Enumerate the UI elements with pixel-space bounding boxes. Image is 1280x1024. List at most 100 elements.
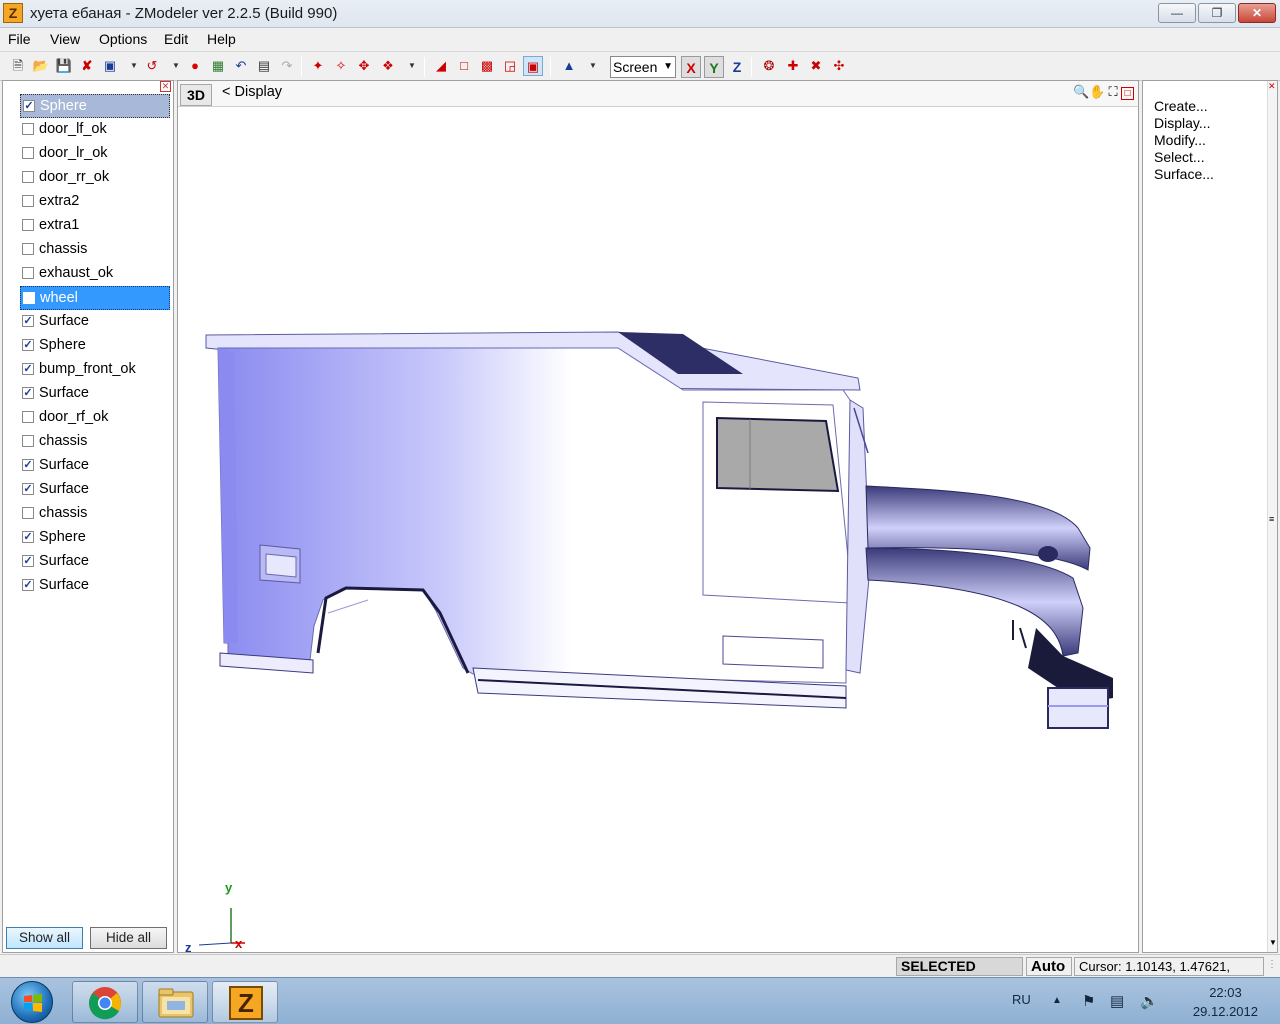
visibility-checkbox[interactable]: ✓ bbox=[22, 387, 34, 399]
normals-dropdown-icon[interactable]: ▼ bbox=[583, 56, 603, 76]
open-folder-icon[interactable]: 📂 bbox=[31, 56, 51, 76]
axis-y-button[interactable]: Y bbox=[704, 56, 724, 78]
menu-help[interactable]: Help bbox=[207, 31, 236, 47]
close-icon[interactable]: ✕ bbox=[160, 81, 171, 92]
create-menu-item[interactable]: Create... bbox=[1154, 98, 1208, 114]
notes-icon[interactable]: ▤ bbox=[254, 56, 274, 76]
object-list-item[interactable]: ✓ Surface bbox=[20, 310, 170, 334]
delete-icon[interactable]: ✘ bbox=[77, 56, 97, 76]
visibility-checkbox[interactable]: ✓ bbox=[22, 363, 34, 375]
visibility-checkbox[interactable] bbox=[22, 435, 34, 447]
surface-menu-item[interactable]: Surface... bbox=[1154, 166, 1214, 182]
object-list-item[interactable]: door_lr_ok bbox=[20, 142, 170, 166]
object-list-item[interactable]: extra1 bbox=[20, 214, 170, 238]
show-all-button[interactable]: Show all bbox=[6, 927, 83, 949]
vertex-mode-icon[interactable]: ◢ bbox=[431, 56, 451, 76]
select-menu-item[interactable]: Select... bbox=[1154, 149, 1205, 165]
object-list-item[interactable]: ✓ Surface bbox=[20, 574, 170, 598]
taskbar-chrome[interactable] bbox=[72, 981, 138, 1023]
view-mode-select[interactable]: Screen ▼ bbox=[610, 56, 676, 78]
minimize-button[interactable]: — bbox=[1158, 3, 1196, 23]
visibility-checkbox[interactable]: ✓ bbox=[23, 100, 35, 112]
scroll-down-icon[interactable]: ▼ bbox=[1269, 938, 1277, 947]
object-list-item[interactable]: chassis bbox=[20, 238, 170, 262]
visibility-checkbox[interactable] bbox=[22, 507, 34, 519]
taskbar-zmodeler[interactable]: Z bbox=[212, 981, 278, 1023]
export-icon[interactable]: ▣ bbox=[100, 56, 120, 76]
visibility-checkbox[interactable]: ✓ bbox=[22, 339, 34, 351]
app-logo-icon[interactable]: Z bbox=[3, 3, 23, 23]
undo-dropdown-icon[interactable]: ▼ bbox=[166, 56, 186, 76]
record-icon[interactable]: ● bbox=[185, 56, 205, 76]
object-list-item[interactable]: ✓ Surface bbox=[20, 550, 170, 574]
object-list-item[interactable]: ✓ Surface bbox=[20, 478, 170, 502]
start-button[interactable] bbox=[11, 981, 53, 1023]
axis-x-button[interactable]: X bbox=[681, 56, 701, 78]
viewport-mode-3d[interactable]: 3D bbox=[180, 84, 212, 106]
save-icon[interactable]: 💾 bbox=[54, 56, 74, 76]
surface-mode-icon[interactable]: ◲ bbox=[500, 56, 520, 76]
close-icon[interactable]: ✕ bbox=[1268, 81, 1276, 92]
network-icon[interactable]: ▤ bbox=[1110, 992, 1124, 1010]
visibility-checkbox[interactable]: ✓ bbox=[22, 579, 34, 591]
move-icon[interactable]: ✥ bbox=[354, 56, 374, 76]
transform-dropdown-icon[interactable]: ▼ bbox=[402, 56, 422, 76]
visibility-checkbox[interactable] bbox=[22, 219, 34, 231]
box-mode-icon[interactable]: ▣ bbox=[523, 56, 543, 76]
menu-options[interactable]: Options bbox=[99, 31, 147, 47]
visibility-checkbox[interactable] bbox=[22, 195, 34, 207]
system-clock[interactable]: 22:03 29.12.2012 bbox=[1193, 983, 1258, 1021]
undo-history-icon[interactable]: ↺ bbox=[142, 56, 162, 76]
export-dropdown-icon[interactable]: ▼ bbox=[124, 56, 144, 76]
object-list-item[interactable]: door_rf_ok bbox=[20, 406, 170, 430]
resize-grip-icon[interactable]: ⋮ bbox=[1267, 959, 1277, 970]
texture-icon[interactable]: ▦ bbox=[208, 56, 228, 76]
transform-icon[interactable]: ❖ bbox=[378, 56, 398, 76]
axis-gizmo-icon[interactable]: ✚ bbox=[783, 56, 803, 76]
axis-z-button[interactable]: Z bbox=[727, 56, 747, 78]
rotate-gizmo-icon[interactable]: ✣ bbox=[829, 56, 849, 76]
visibility-checkbox[interactable] bbox=[22, 123, 34, 135]
zoom-icon[interactable]: 🔍 bbox=[1073, 84, 1089, 100]
viewport[interactable]: 3D < Display 🔍✋ ⛶ □ y x z bbox=[177, 80, 1139, 955]
object-list-item[interactable]: ✓ Sphere bbox=[20, 94, 170, 118]
redo-icon[interactable]: ↷ bbox=[277, 56, 297, 76]
object-list-item[interactable]: door_lf_ok bbox=[20, 118, 170, 142]
scroll-handle-icon[interactable]: ≡ bbox=[1269, 514, 1274, 524]
fit-view-icon[interactable]: ⛶ bbox=[1105, 84, 1121, 100]
visibility-checkbox[interactable]: ✓ bbox=[22, 483, 34, 495]
viewport-title[interactable]: < Display bbox=[222, 84, 282, 100]
volume-icon[interactable]: 🔈 bbox=[1140, 992, 1159, 1010]
menu-file[interactable]: File bbox=[8, 31, 31, 47]
language-indicator[interactable]: RU bbox=[1012, 992, 1031, 1007]
taskbar-explorer[interactable] bbox=[142, 981, 208, 1023]
object-list-item[interactable]: wheel bbox=[20, 286, 170, 310]
visibility-checkbox[interactable]: ✓ bbox=[22, 531, 34, 543]
undo-icon[interactable]: ↶ bbox=[231, 56, 251, 76]
object-list-item[interactable]: ✓ bump_front_ok bbox=[20, 358, 170, 382]
object-list-item[interactable]: exhaust_ok bbox=[20, 262, 170, 286]
visibility-checkbox[interactable]: ✓ bbox=[22, 555, 34, 567]
close-button[interactable]: ✕ bbox=[1238, 3, 1276, 23]
object-list-item[interactable]: ✓ Sphere bbox=[20, 526, 170, 550]
normals-icon[interactable]: ▲ bbox=[559, 56, 579, 76]
maximize-viewport-icon[interactable]: □ bbox=[1121, 87, 1134, 100]
visibility-checkbox[interactable] bbox=[22, 147, 34, 159]
visibility-checkbox[interactable] bbox=[22, 243, 34, 255]
select-edge-icon[interactable]: ✧ bbox=[331, 56, 351, 76]
object-list-item[interactable]: ✓ Sphere bbox=[20, 334, 170, 358]
show-hidden-icons-icon[interactable]: ▲ bbox=[1052, 995, 1062, 1006]
3d-scene[interactable]: y x z bbox=[178, 108, 1138, 955]
new-file-icon[interactable]: 🗎 bbox=[8, 56, 28, 76]
hide-all-button[interactable]: Hide all bbox=[90, 927, 167, 949]
visibility-checkbox[interactable] bbox=[22, 411, 34, 423]
object-mode-icon[interactable]: ▩ bbox=[477, 56, 497, 76]
visibility-checkbox[interactable] bbox=[22, 171, 34, 183]
object-list-item[interactable]: chassis bbox=[20, 430, 170, 454]
object-list-item[interactable]: ✓ Surface bbox=[20, 454, 170, 478]
command-panel-scrollbar[interactable]: ✕ ≡ ▼ bbox=[1267, 81, 1277, 952]
visibility-checkbox[interactable]: ✓ bbox=[22, 315, 34, 327]
object-list-item[interactable]: chassis bbox=[20, 502, 170, 526]
display-menu-item[interactable]: Display... bbox=[1154, 115, 1211, 131]
visibility-checkbox[interactable]: ✓ bbox=[22, 459, 34, 471]
